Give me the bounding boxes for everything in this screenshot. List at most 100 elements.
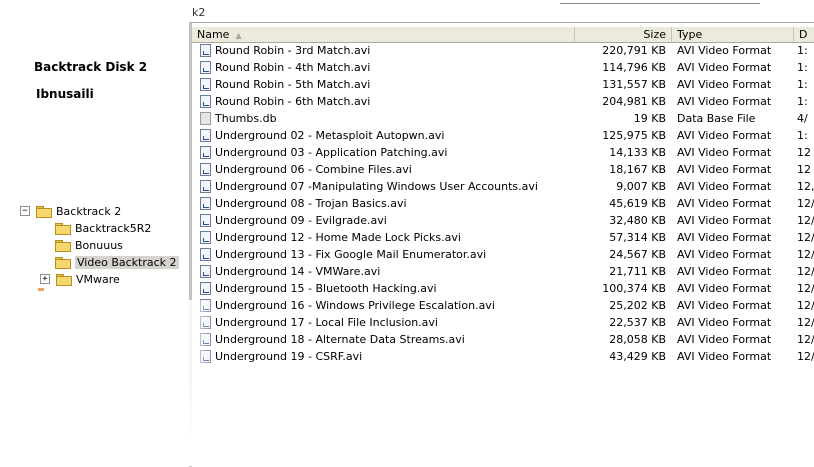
file-date: 4/ (797, 112, 808, 125)
file-name-cell: Underground 16 - Windows Privilege Escal… (200, 297, 580, 314)
sort-ascending-icon: ▲ (235, 31, 242, 40)
file-name-cell: Underground 07 -Manipulating Windows Use… (200, 178, 580, 195)
file-date: 12/ (797, 197, 814, 210)
file-type: AVI Video Format (677, 44, 772, 57)
collapse-icon[interactable]: − (20, 206, 30, 216)
file-type: AVI Video Format (677, 146, 772, 159)
file-type: AVI Video Format (677, 78, 772, 91)
file-name: Thumbs.db (215, 112, 277, 125)
file-row[interactable]: Underground 15 - Bluetooth Hacking.avi 10… (192, 280, 814, 297)
column-type[interactable]: Type (672, 27, 794, 42)
file-date: 1: (797, 95, 808, 108)
file-size: 22,537 KB (609, 316, 666, 329)
fade-overlay (189, 380, 589, 466)
file-row[interactable]: Underground 12 - Home Made Lock Picks.av… (192, 229, 814, 246)
file-type: AVI Video Format (677, 180, 772, 193)
file-name-cell: Round Robin - 6th Match.avi (200, 93, 580, 110)
file-date: 1: (797, 78, 808, 91)
file-size: 19 KB (633, 112, 666, 125)
file-row[interactable]: Round Robin - 5th Match.avi 131,557 KB AVI… (192, 76, 814, 93)
file-row[interactable]: Thumbs.db 19 KB Data Base File 4/ (192, 110, 814, 127)
video-file-icon (200, 248, 211, 261)
file-row[interactable]: Underground 03 - Application Patching.av… (192, 144, 814, 161)
file-name-cell: Underground 03 - Application Patching.av… (200, 144, 580, 161)
file-date: 12/: (797, 282, 814, 295)
tree-item-bonuuus[interactable]: Bonuuus (55, 237, 123, 253)
file-date: 12/ (797, 214, 814, 227)
file-type: AVI Video Format (677, 231, 772, 244)
file-name-cell: Underground 14 - VMWare.avi (200, 263, 580, 280)
video-file-icon (200, 129, 211, 142)
file-name-cell: Underground 18 - Alternate Data Streams.… (200, 331, 580, 348)
file-size: 57,314 KB (609, 231, 666, 244)
file-name: Underground 14 - VMWare.avi (215, 265, 381, 278)
file-size: 25,202 KB (609, 299, 666, 312)
database-file-icon (200, 112, 211, 125)
file-row[interactable]: Underground 08 - Trojan Basics.avi 45,619… (192, 195, 814, 212)
file-date: 1: (797, 129, 808, 142)
tree-item-label: Bonuuus (75, 238, 123, 252)
file-date: 12, (797, 180, 814, 193)
file-name: Underground 19 - CSRF.avi (215, 350, 363, 363)
file-row[interactable]: Underground 07 -Manipulating Windows Use… (192, 178, 814, 195)
file-name-cell: Round Robin - 4th Match.avi (200, 59, 580, 76)
folder-icon (55, 222, 71, 235)
video-file-icon (200, 78, 211, 91)
file-size: 204,981 KB (602, 95, 666, 108)
video-file-icon (200, 180, 211, 193)
file-row[interactable]: Underground 06 - Combine Files.avi 18,167… (192, 161, 814, 178)
cut-off-fragment (38, 288, 44, 291)
file-name: Underground 09 - Evilgrade.avi (215, 214, 387, 227)
video-file-icon (200, 231, 211, 244)
file-row[interactable]: Underground 17 - Local File Inclusion.av… (192, 314, 814, 331)
file-size: 114,796 KB (602, 61, 666, 74)
file-name: Round Robin - 4th Match.avi (215, 61, 371, 74)
column-name-label: Name (197, 28, 230, 41)
file-type: AVI Video Format (677, 214, 772, 227)
file-name: Underground 06 - Combine Files.avi (215, 163, 412, 176)
file-row[interactable]: Round Robin - 3rd Match.avi 220,791 KB AVI… (192, 42, 814, 59)
file-name-cell: Underground 13 - Fix Google Mail Enumera… (200, 246, 580, 263)
column-date[interactable]: D (794, 27, 814, 42)
file-row[interactable]: Round Robin - 6th Match.avi 204,981 KB AVI… (192, 93, 814, 110)
file-name: Underground 15 - Bluetooth Hacking.avi (215, 282, 437, 295)
file-type: AVI Video Format (677, 282, 772, 295)
file-name: Underground 03 - Application Patching.av… (215, 146, 448, 159)
file-row[interactable]: Round Robin - 4th Match.avi 114,796 KB AVI… (192, 59, 814, 76)
file-row[interactable]: Underground 16 - Windows Privilege Escal… (192, 297, 814, 314)
file-row[interactable]: Underground 18 - Alternate Data Streams.… (192, 331, 814, 348)
file-name-cell: Underground 17 - Local File Inclusion.av… (200, 314, 580, 331)
file-date: 12/: (797, 248, 814, 261)
tree-item-backtrack5r2[interactable]: Backtrack5R2 (55, 220, 151, 236)
file-name-cell: Underground 09 - Evilgrade.avi (200, 212, 580, 229)
column-name[interactable]: Name ▲ (192, 27, 575, 42)
file-name-cell: Underground 02 - Metasploit Autopwn.avi (200, 127, 580, 144)
file-date: 12/: (797, 231, 814, 244)
tree-item-vmware[interactable]: + VMware (40, 271, 120, 287)
tree-item-backtrack-2[interactable]: − Backtrack 2 (20, 203, 121, 219)
file-name: Underground 13 - Fix Google Mail Enumera… (215, 248, 487, 261)
file-name-cell: Underground 08 - Trojan Basics.avi (200, 195, 580, 212)
file-type: AVI Video Format (677, 197, 772, 210)
column-size[interactable]: Size (575, 27, 672, 42)
tree-item-video-backtrack-2[interactable]: Video Backtrack 2 (55, 254, 179, 270)
author-label: Ibnusaili (36, 87, 94, 101)
file-row[interactable]: Underground 02 - Metasploit Autopwn.avi 1… (192, 127, 814, 144)
video-file-icon (200, 146, 211, 159)
file-row[interactable]: Underground 14 - VMWare.avi 21,711 KB AVI … (192, 263, 814, 280)
file-size: 28,058 KB (609, 333, 666, 346)
tree-item-label: Video Backtrack 2 (75, 255, 179, 269)
file-row[interactable]: Underground 13 - Fix Google Mail Enumera… (192, 246, 814, 263)
top-divider (560, 3, 760, 4)
file-name-cell: Round Robin - 5th Match.avi (200, 76, 580, 93)
file-size: 32,480 KB (609, 214, 666, 227)
file-date: 1: (797, 61, 808, 74)
file-type: AVI Video Format (677, 333, 772, 346)
file-name: Underground 12 - Home Made Lock Picks.av… (215, 231, 461, 244)
file-type: AVI Video Format (677, 163, 772, 176)
file-type: AVI Video Format (677, 316, 772, 329)
expand-icon[interactable]: + (40, 274, 50, 284)
file-row[interactable]: Underground 09 - Evilgrade.avi 32,480 KB A… (192, 212, 814, 229)
file-row[interactable]: Underground 19 - CSRF.avi 43,429 KB AVI Vi… (192, 348, 814, 365)
file-name: Underground 17 - Local File Inclusion.av… (215, 316, 438, 329)
